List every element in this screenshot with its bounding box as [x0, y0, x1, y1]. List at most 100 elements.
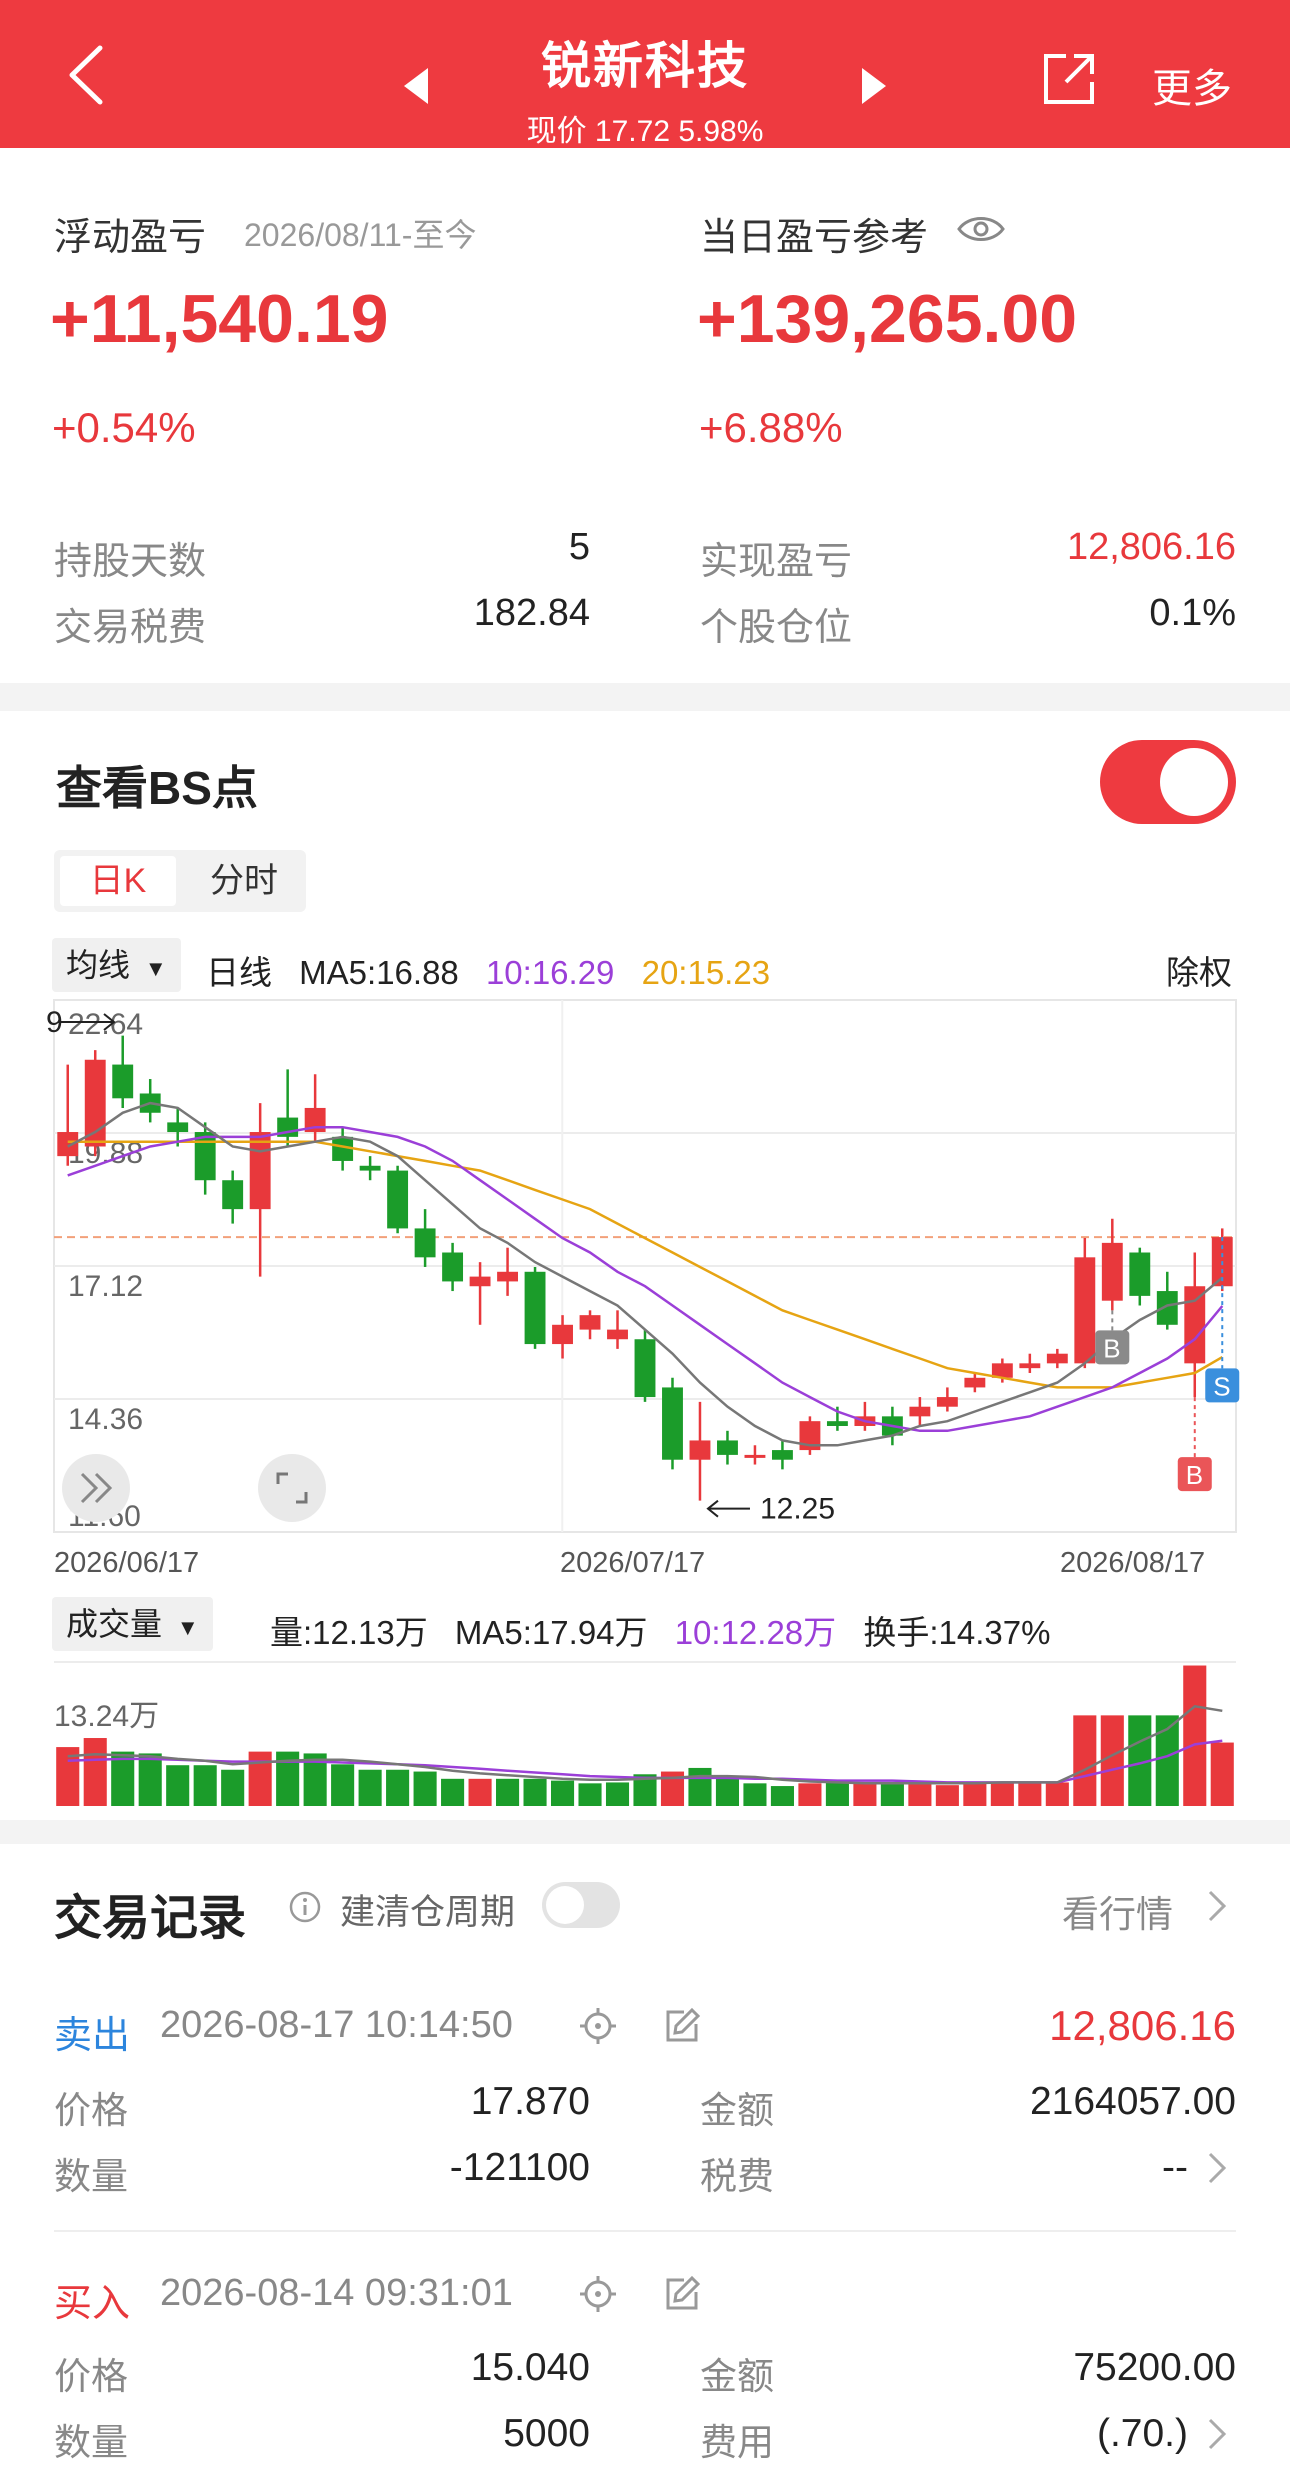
candle-body	[607, 1329, 628, 1340]
volume-bar	[1018, 1783, 1042, 1806]
volume-bar	[880, 1782, 904, 1806]
x-tick-label: 2026/06/17	[54, 1547, 199, 1579]
candle-body	[359, 1165, 381, 1171]
candle-body	[524, 1271, 546, 1345]
chevron-right-icon[interactable]	[1206, 2150, 1230, 2186]
volume-bar	[1210, 1742, 1234, 1806]
quantity-label: 数量	[54, 2156, 128, 2197]
trade-amount: 2164057.00	[1029, 2080, 1236, 2123]
section-divider	[0, 1820, 1290, 1844]
volume-bar	[386, 1769, 410, 1806]
trade-price: 15.040	[470, 2346, 590, 2389]
volume-bar	[853, 1783, 877, 1806]
volume-bar	[935, 1785, 959, 1806]
candle-body	[497, 1271, 519, 1282]
trade-type-sell: 卖出	[54, 2015, 131, 2057]
candle-body	[634, 1339, 656, 1398]
candle-body	[249, 1132, 271, 1210]
candle-body	[826, 1421, 848, 1426]
trade-price: 17.870	[470, 2080, 590, 2123]
view-market-link[interactable]: 看行情	[1062, 1884, 1173, 1938]
fee-label: 费用	[700, 2422, 774, 2463]
volume-bar	[413, 1771, 437, 1806]
candle-body	[662, 1387, 683, 1460]
edit-icon[interactable]	[662, 2274, 702, 2314]
volume-y-tick: 13.24万	[54, 1700, 159, 1733]
volume-bar	[1045, 1782, 1069, 1806]
kline-chart[interactable]: 22.6419.8817.1214.3611.6012.259BBS2026/0…	[0, 0, 1290, 1820]
edit-icon[interactable]	[662, 2006, 702, 2046]
candle-body	[57, 1132, 79, 1157]
trade-records-title: 交易记录	[54, 1892, 247, 1945]
volume-bar	[715, 1778, 740, 1806]
amount-label: 金额	[700, 2356, 774, 2397]
trade-realized-amount: 12,806.16	[1049, 2002, 1236, 2049]
volume-bar	[743, 1783, 767, 1806]
info-icon[interactable]	[288, 1890, 322, 1924]
locate-icon[interactable]	[578, 2006, 618, 2046]
candle-body	[1156, 1291, 1178, 1325]
trade-tax: --	[1162, 2146, 1188, 2189]
volume-bar	[138, 1753, 162, 1806]
trade-fee: (.70.)	[1096, 2412, 1188, 2455]
volume-bar	[908, 1783, 932, 1806]
volume-bar	[358, 1769, 382, 1806]
toggle-knob	[546, 1886, 584, 1924]
candle-body	[1019, 1363, 1041, 1369]
candle-body	[1046, 1353, 1068, 1364]
tax-label: 税费	[700, 2156, 774, 2197]
candle-body	[1184, 1286, 1206, 1364]
candle-body	[717, 1440, 738, 1455]
volume-bar	[798, 1783, 822, 1806]
volume-bar	[83, 1738, 107, 1806]
amount-label: 金额	[700, 2090, 774, 2131]
candle-body	[909, 1406, 931, 1417]
fullscreen-icon	[258, 1454, 326, 1522]
x-tick-label: 2026/07/17	[560, 1547, 705, 1579]
record-divider	[54, 2230, 1236, 2232]
volume-bar	[578, 1783, 602, 1806]
trade-time: 2026-08-17 10:14:50	[160, 2004, 513, 2046]
volume-bar	[990, 1782, 1014, 1806]
volume-bar	[825, 1782, 849, 1806]
trade-quantity: -121100	[449, 2146, 590, 2189]
y-tick-label: 14.36	[68, 1403, 143, 1436]
expand-chevrons-icon	[62, 1454, 130, 1522]
y-tick-label: 22.64	[68, 1008, 143, 1041]
volume-bar	[688, 1767, 712, 1806]
trade-time: 2026-08-14 09:31:01	[160, 2272, 513, 2314]
cycle-toggle[interactable]	[542, 1882, 620, 1928]
volume-bar	[221, 1769, 245, 1806]
candle-body	[1074, 1257, 1096, 1364]
volume-bar	[166, 1765, 190, 1806]
candle-body	[84, 1059, 106, 1147]
quantity-label: 数量	[54, 2422, 128, 2463]
candle-body	[936, 1397, 958, 1407]
candle-body	[552, 1324, 573, 1345]
chevron-right-icon[interactable]	[1206, 2416, 1230, 2452]
icon-bg	[258, 1454, 326, 1522]
candle-body	[744, 1454, 766, 1458]
bs-marker-label: B	[1186, 1460, 1203, 1490]
bs-marker-label: S	[1213, 1371, 1230, 1401]
candle-body	[222, 1180, 244, 1210]
locate-icon[interactable]	[578, 2274, 618, 2314]
candle-body	[469, 1276, 491, 1287]
low-price-label: 12.25	[760, 1493, 835, 1526]
chevron-right-icon[interactable]	[1206, 1888, 1230, 1924]
trade-type-buy: 买入	[54, 2283, 131, 2325]
x-tick-label: 2026/08/17	[1060, 1547, 1205, 1579]
trade-amount: 75200.00	[1073, 2346, 1236, 2389]
volume-bar	[550, 1780, 575, 1806]
volume-bar	[496, 1778, 520, 1806]
bs-marker-label: B	[1103, 1333, 1120, 1363]
price-label: 价格	[54, 2356, 128, 2397]
volume-bar	[963, 1782, 987, 1806]
volume-bar	[1183, 1665, 1207, 1806]
cycle-label: 建清仓周期	[340, 1893, 516, 1932]
volume-bar	[770, 1786, 794, 1806]
candle-body	[1129, 1252, 1151, 1296]
candle-body	[964, 1377, 986, 1388]
candle-body	[112, 1064, 134, 1099]
volume-bar	[193, 1765, 217, 1806]
